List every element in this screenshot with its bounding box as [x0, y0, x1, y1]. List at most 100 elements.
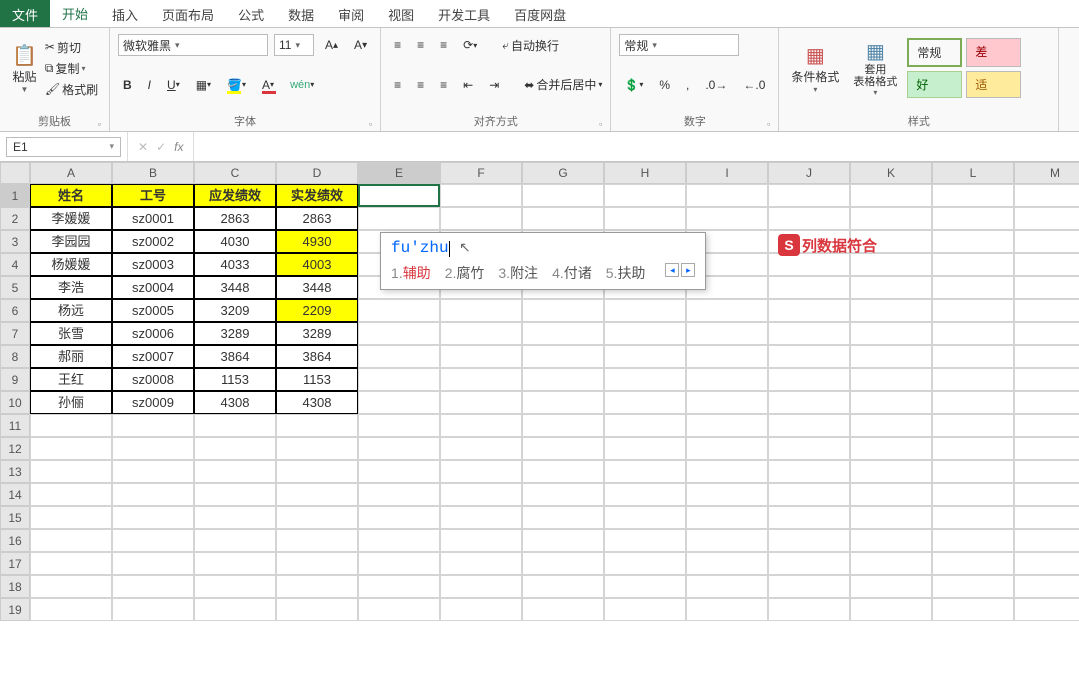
cell[interactable]: 1153: [276, 368, 358, 391]
cell[interactable]: [440, 414, 522, 437]
ime-nav[interactable]: ◂▸: [665, 263, 695, 283]
cell[interactable]: [850, 253, 932, 276]
cell[interactable]: [358, 345, 440, 368]
cell[interactable]: [686, 184, 768, 207]
cell[interactable]: [522, 184, 604, 207]
cell[interactable]: 3209: [194, 299, 276, 322]
col-header[interactable]: C: [194, 162, 276, 184]
cell[interactable]: [440, 483, 522, 506]
cell[interactable]: [276, 414, 358, 437]
cell[interactable]: [850, 345, 932, 368]
cell[interactable]: [604, 184, 686, 207]
cell[interactable]: [686, 460, 768, 483]
cell[interactable]: [276, 552, 358, 575]
cell[interactable]: sz0009: [112, 391, 194, 414]
cell[interactable]: [932, 483, 1014, 506]
cell[interactable]: [850, 184, 932, 207]
cell[interactable]: [30, 414, 112, 437]
cell[interactable]: [194, 575, 276, 598]
cell[interactable]: [358, 299, 440, 322]
cell[interactable]: [850, 299, 932, 322]
cell[interactable]: [358, 598, 440, 621]
align-right-button[interactable]: ≡: [435, 75, 452, 95]
cell[interactable]: 4003: [276, 253, 358, 276]
cell[interactable]: 2863: [194, 207, 276, 230]
cell[interactable]: [522, 322, 604, 345]
row-header[interactable]: 19: [0, 598, 30, 621]
cell[interactable]: [932, 253, 1014, 276]
tab-review[interactable]: 审阅: [326, 0, 376, 28]
cell[interactable]: [30, 506, 112, 529]
font-color-button[interactable]: A▾: [257, 75, 279, 95]
cell[interactable]: [686, 437, 768, 460]
align-center-button[interactable]: ≡: [412, 75, 429, 95]
tab-data[interactable]: 数据: [276, 0, 326, 28]
cell[interactable]: [1014, 253, 1079, 276]
cell[interactable]: sz0002: [112, 230, 194, 253]
cell[interactable]: [768, 575, 850, 598]
cell[interactable]: [112, 598, 194, 621]
cell[interactable]: [440, 322, 522, 345]
align-left-button[interactable]: ≡: [389, 75, 406, 95]
col-header[interactable]: K: [850, 162, 932, 184]
cell[interactable]: [850, 552, 932, 575]
cell[interactable]: [850, 322, 932, 345]
cell[interactable]: [850, 391, 932, 414]
row-header[interactable]: 1: [0, 184, 30, 207]
row-header[interactable]: 3: [0, 230, 30, 253]
cell[interactable]: [1014, 184, 1079, 207]
row-header[interactable]: 11: [0, 414, 30, 437]
cell[interactable]: [850, 414, 932, 437]
row-header[interactable]: 6: [0, 299, 30, 322]
cell[interactable]: [686, 391, 768, 414]
cell[interactable]: [932, 575, 1014, 598]
cell[interactable]: 实发绩效: [276, 184, 358, 207]
cell[interactable]: sz0004: [112, 276, 194, 299]
col-header[interactable]: I: [686, 162, 768, 184]
fill-color-button[interactable]: 🪣▾: [222, 75, 251, 95]
cell[interactable]: [358, 322, 440, 345]
cell[interactable]: [1014, 230, 1079, 253]
cell[interactable]: [276, 437, 358, 460]
cell[interactable]: [768, 437, 850, 460]
cell[interactable]: [440, 368, 522, 391]
row-header[interactable]: 10: [0, 391, 30, 414]
col-header[interactable]: H: [604, 162, 686, 184]
tab-view[interactable]: 视图: [376, 0, 426, 28]
clipboard-launcher[interactable]: ▫: [98, 119, 101, 129]
cell[interactable]: [932, 391, 1014, 414]
cell[interactable]: 工号: [112, 184, 194, 207]
ime-candidate[interactable]: 1.辅助: [391, 263, 431, 283]
tab-baidu[interactable]: 百度网盘: [502, 0, 578, 28]
cell[interactable]: [358, 529, 440, 552]
cell[interactable]: sz0003: [112, 253, 194, 276]
cell[interactable]: [604, 506, 686, 529]
cell[interactable]: [932, 322, 1014, 345]
cell[interactable]: [932, 529, 1014, 552]
cell[interactable]: [30, 529, 112, 552]
cell[interactable]: sz0007: [112, 345, 194, 368]
cell[interactable]: [768, 460, 850, 483]
cell[interactable]: [604, 414, 686, 437]
cell[interactable]: [686, 345, 768, 368]
cell[interactable]: 王红: [30, 368, 112, 391]
cell[interactable]: [440, 184, 522, 207]
cell[interactable]: [1014, 391, 1079, 414]
cell[interactable]: [440, 598, 522, 621]
row-header[interactable]: 8: [0, 345, 30, 368]
cell[interactable]: [112, 414, 194, 437]
cell[interactable]: [522, 575, 604, 598]
tab-formula[interactable]: 公式: [226, 0, 276, 28]
cell[interactable]: [30, 460, 112, 483]
tab-insert[interactable]: 插入: [100, 0, 150, 28]
cell[interactable]: [112, 483, 194, 506]
cell[interactable]: 张雪: [30, 322, 112, 345]
cell[interactable]: [850, 207, 932, 230]
cell[interactable]: [440, 345, 522, 368]
comma-button[interactable]: ,: [681, 75, 694, 95]
row-header[interactable]: 2: [0, 207, 30, 230]
cell[interactable]: 李园园: [30, 230, 112, 253]
col-header[interactable]: M: [1014, 162, 1079, 184]
cell[interactable]: [850, 437, 932, 460]
cell[interactable]: [358, 460, 440, 483]
